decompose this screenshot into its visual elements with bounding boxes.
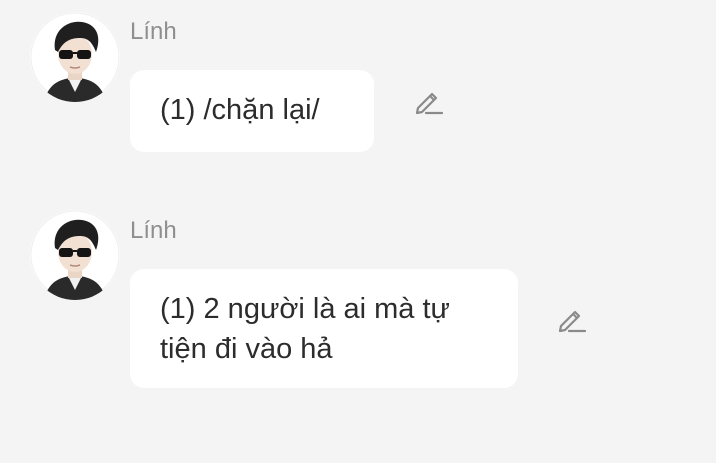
pencil-edit-icon[interactable] bbox=[555, 302, 589, 336]
avatar-sunglasses-icon bbox=[30, 12, 120, 102]
message-text: (1) /chặn lại/ bbox=[160, 94, 320, 126]
avatar[interactable] bbox=[30, 12, 120, 102]
message-text: (1) 2 người là ai mà tự tiện đi vào hả bbox=[160, 293, 450, 365]
sender-name: Lính bbox=[130, 18, 177, 45]
chat-thread: Lính (1) /chặn lại/ Lính (1) 2 người là … bbox=[0, 0, 716, 463]
avatar[interactable] bbox=[30, 210, 120, 300]
pencil-edit-icon[interactable] bbox=[412, 84, 446, 118]
message-bubble[interactable]: (1) /chặn lại/ bbox=[130, 70, 374, 152]
avatar-sunglasses-icon bbox=[30, 210, 120, 300]
sender-name: Lính bbox=[130, 217, 177, 244]
message-bubble[interactable]: (1) 2 người là ai mà tự tiện đi vào hả bbox=[130, 269, 518, 388]
